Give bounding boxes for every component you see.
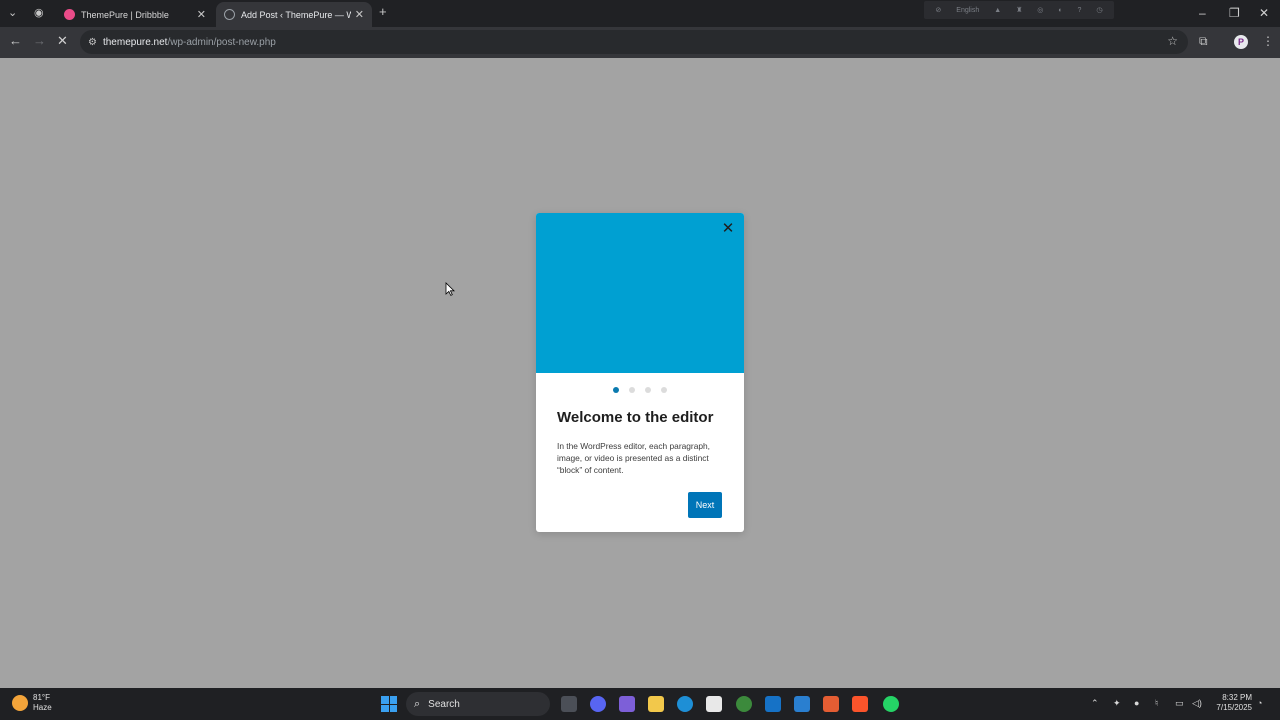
extension-icon[interactable]: ▲ [994,7,1001,14]
close-window-icon[interactable]: ✕ [1259,6,1269,20]
browser-tab-strip: ⌄ ◉ ThemePure | Dribbble ✕ Add Post ‹ Th… [0,0,1280,27]
language-label[interactable]: English [956,7,979,14]
url-host: themepure.net [102,36,168,48]
tab-title: Add Post ‹ ThemePure — Word [241,9,351,20]
tab-dribbble[interactable]: ThemePure | Dribbble ✕ [56,2,214,27]
step-indicator [536,387,744,393]
tray-app-icon[interactable]: ● [1134,698,1139,708]
taskbar-search[interactable]: ⌕ Search [406,692,550,716]
dribbble-favicon-icon [64,9,75,20]
file-explorer-icon[interactable] [648,696,664,712]
new-tab-icon[interactable]: + [379,4,387,19]
volume-icon[interactable]: ◁) [1192,698,1202,709]
chrome-icon[interactable] [736,696,752,712]
step-dot-4[interactable] [661,387,667,393]
guide-illustration [536,213,744,373]
extension-icon[interactable]: ⊘ [935,6,941,14]
close-icon[interactable]: ✕ [720,221,736,237]
step-dot-1[interactable] [613,387,619,393]
extension-icon[interactable]: ◐ [1058,7,1062,14]
next-button[interactable]: Next [688,492,722,518]
extensions-puzzle-icon[interactable]: ⧉ [1199,34,1208,49]
discord-icon[interactable] [590,696,606,712]
stop-loading-icon[interactable]: ✕ [57,33,68,49]
clock[interactable]: 8:32 PM 7/15/2025 [1210,693,1252,713]
clock-icon[interactable]: ◷ [1096,6,1102,14]
copilot-icon[interactable] [619,696,635,712]
brave-icon[interactable] [852,696,868,712]
step-dot-2[interactable] [629,387,635,393]
weather-text: 81°F Haze [33,693,52,713]
tab-title: ThemePure | Dribbble [81,9,169,20]
extension-icon[interactable]: ◎ [1037,6,1043,14]
menu-kebab-icon[interactable]: ⋮ [1262,34,1274,48]
extension-icon[interactable]: ♜ [1016,6,1022,14]
search-icon: ⌕ [414,697,421,710]
record-icon[interactable]: ◉ [34,6,44,19]
outlook-icon[interactable] [765,696,781,712]
guide-title: Welcome to the editor [557,409,714,426]
edge-icon[interactable] [677,696,693,712]
notification-bell-icon[interactable]: ◔ [1257,698,1262,708]
restore-icon[interactable]: ❐ [1229,6,1240,20]
dropbox-icon[interactable]: ✦ [1113,698,1121,709]
network-icon[interactable]: ▭ [1175,698,1184,709]
site-info-icon[interactable]: ⚙ [88,37,97,48]
show-hidden-icons-icon[interactable]: ⌃ [1091,698,1099,709]
mouse-cursor-icon [445,282,455,296]
close-tab-icon[interactable]: ✕ [197,8,206,21]
url-path: /wp-admin/post-new.php [167,36,276,48]
tab-add-post[interactable]: Add Post ‹ ThemePure — Word ✕ [216,2,372,27]
welcome-guide-modal: ✕ Welcome to the editor In the WordPress… [536,213,744,532]
extension-toolbar: ⊘ English ▲ ♜ ◎ ◐ ? ◷ [924,1,1114,19]
profile-avatar[interactable]: P [1234,35,1248,49]
weather-temp: 81°F [33,693,50,702]
minimize-icon[interactable]: – [1199,6,1206,20]
browser-toolbar: ← → ✕ ⚙ themepure.net/wp-admin/post-new.… [0,27,1280,58]
microphone-icon[interactable]: ♮ [1155,698,1158,709]
wordpress-favicon-icon [224,9,235,20]
app-icon[interactable] [823,696,839,712]
step-dot-3[interactable] [645,387,651,393]
back-icon[interactable]: ← [9,33,22,48]
weather-widget[interactable]: 81°F Haze [12,693,52,713]
whatsapp-icon[interactable] [883,696,899,712]
url-text[interactable]: themepure.net/wp-admin/post-new.php [103,37,276,48]
windows-taskbar: 81°F Haze ⌕ Search ⌃ ✦ ● ♮ ▭ ◁) 8:32 PM … [0,688,1280,720]
windows-start-icon[interactable] [381,696,397,712]
clock-time: 8:32 PM [1222,693,1252,702]
close-tab-icon[interactable]: ✕ [355,8,364,21]
tab-search-icon[interactable]: ⌄ [8,6,17,19]
microsoft-store-icon[interactable] [706,696,722,712]
weather-sun-icon [12,695,28,711]
weather-condition: Haze [33,703,52,712]
guide-description: In the WordPress editor, each paragraph,… [557,441,711,475]
clock-date: 7/15/2025 [1216,703,1252,712]
task-view-icon[interactable] [561,696,577,712]
app-icon[interactable] [794,696,810,712]
address-bar[interactable]: ⚙ themepure.net/wp-admin/post-new.php ☆ [80,30,1188,54]
bookmark-star-icon[interactable]: ☆ [1167,34,1178,48]
search-label: Search [428,698,460,710]
forward-icon: → [33,33,46,48]
help-icon[interactable]: ? [1078,7,1082,14]
